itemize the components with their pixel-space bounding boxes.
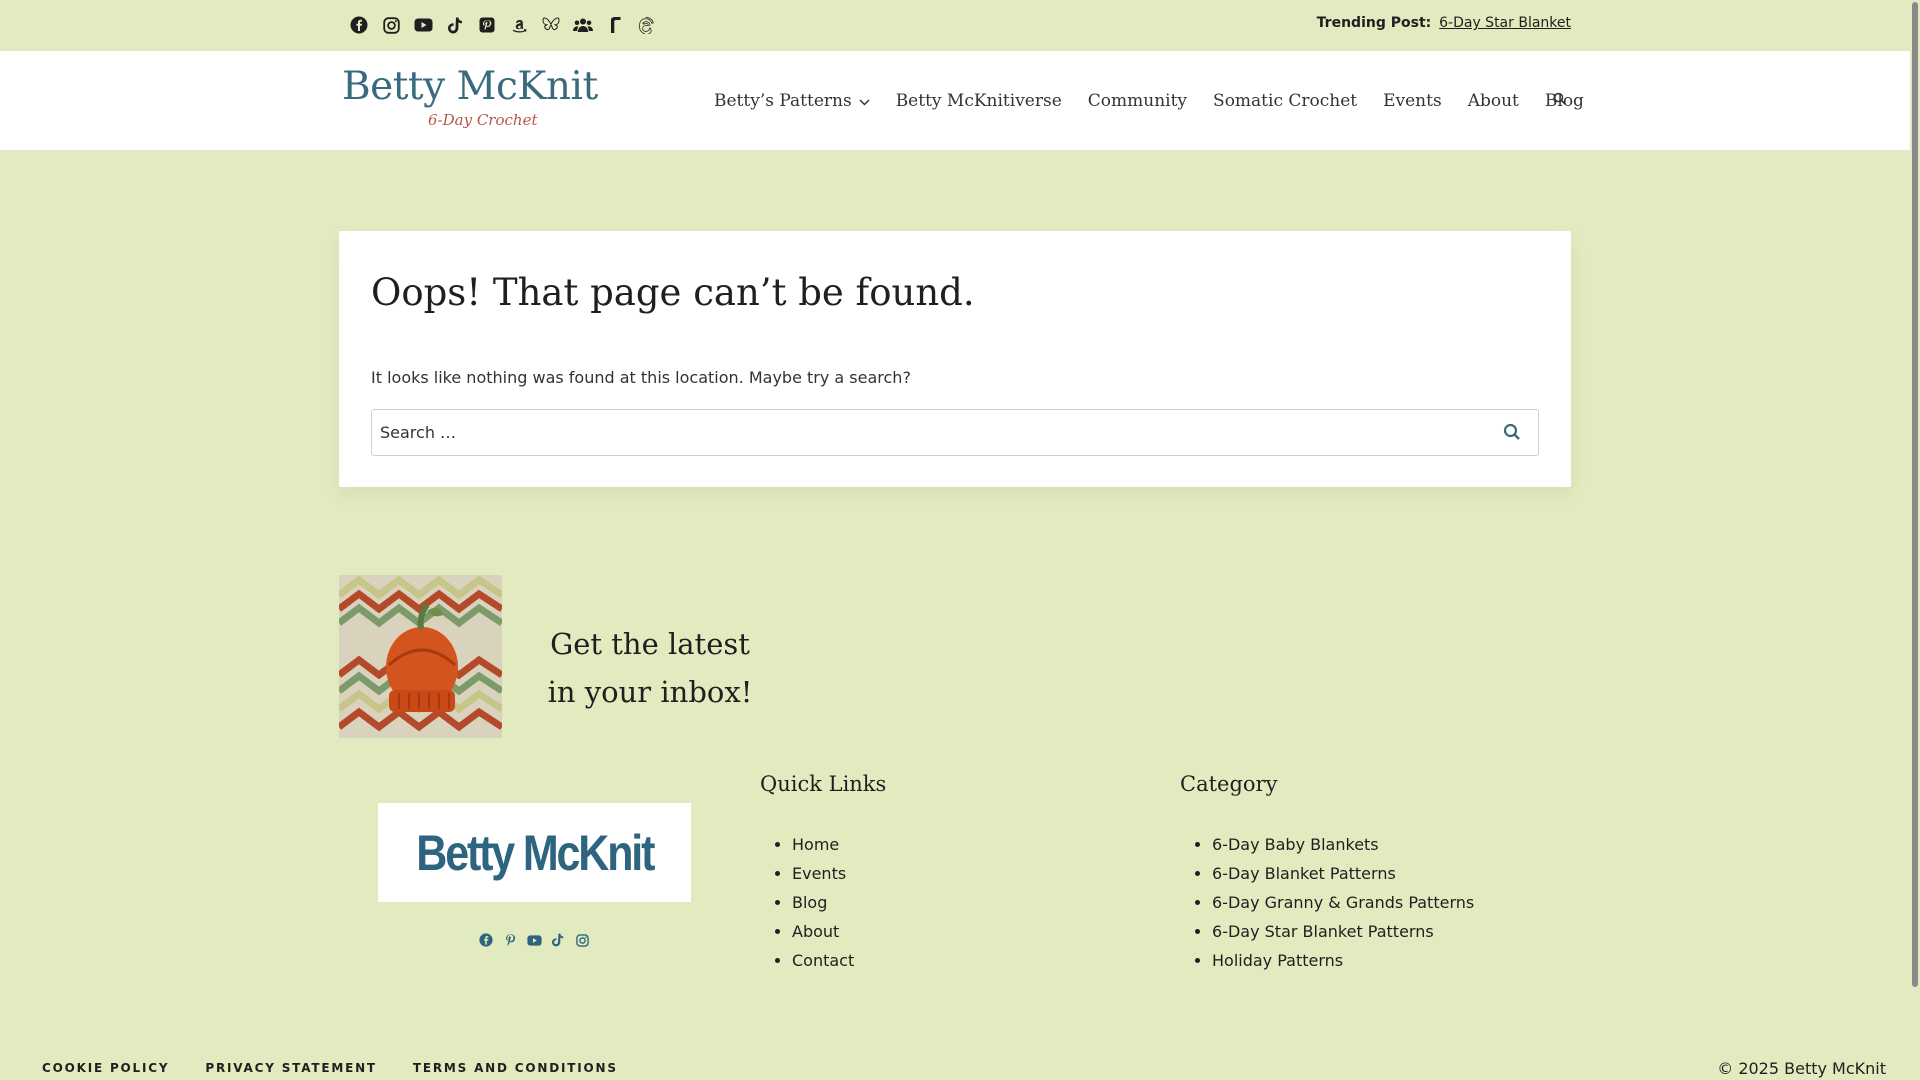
footer-logo-text: Betty McKnit <box>415 824 655 881</box>
nav-item-label: Betty’s Patterns <box>714 91 852 111</box>
search-icon <box>1503 423 1521 444</box>
quick-link-events[interactable]: Events <box>792 864 846 883</box>
youtube-icon[interactable] <box>522 930 546 950</box>
header-search-button[interactable] <box>1551 92 1567 108</box>
category-title: Category <box>1180 772 1278 796</box>
top-bar: Trending Post: 6-Day Star Blanket <box>0 0 1920 51</box>
chevron-down-icon <box>859 91 870 111</box>
trending-label: Trending Post: <box>1316 15 1432 31</box>
search-input[interactable] <box>372 410 1472 455</box>
category-list: 6-Day Baby Blankets 6-Day Blanket Patter… <box>1180 830 1474 975</box>
search-icon <box>1553 92 1566 108</box>
trending-post-link[interactable]: 6-Day Star Blanket <box>1439 15 1571 31</box>
facebook-group-icon[interactable] <box>567 13 599 37</box>
logo-tagline: 6-Day Crochet <box>428 111 538 129</box>
scrollbar[interactable] <box>1910 0 1920 1080</box>
list-item: 6-Day Blanket Patterns <box>1212 859 1474 888</box>
bluesky-icon[interactable] <box>535 13 567 37</box>
nav-item-community[interactable]: Community <box>1088 91 1187 111</box>
search-submit-button[interactable] <box>1502 423 1522 443</box>
page-title: Oops! That page can’t be found. <box>371 271 975 314</box>
legal-links: COOKIE POLICY PRIVACY STATEMENT TERMS AN… <box>42 1061 654 1075</box>
quick-links-list: Home Events Blog About Contact <box>760 830 854 975</box>
tiktok-icon[interactable] <box>439 13 471 37</box>
terms-link[interactable]: TERMS AND CONDITIONS <box>413 1061 618 1075</box>
search-form <box>371 409 1539 456</box>
tiktok-icon[interactable] <box>546 930 570 950</box>
list-item: Home <box>792 830 854 859</box>
quick-link-contact[interactable]: Contact <box>792 951 854 970</box>
nav-item-somatic-crochet[interactable]: Somatic Crochet <box>1213 91 1357 111</box>
list-item: Events <box>792 859 854 888</box>
threads-icon[interactable] <box>631 13 663 37</box>
list-item: 6-Day Baby Blankets <box>1212 830 1474 859</box>
category-link[interactable]: 6-Day Star Blanket Patterns <box>1212 922 1434 941</box>
top-social-links <box>343 13 663 37</box>
trending-post: Trending Post: 6-Day Star Blanket <box>1317 15 1571 31</box>
site-logo[interactable]: Betty McKnit 6-Day Crochet <box>342 64 598 137</box>
ravelry-icon[interactable] <box>599 13 631 37</box>
list-item: Blog <box>792 888 854 917</box>
list-item: 6-Day Star Blanket Patterns <box>1212 917 1474 946</box>
newsletter-heading: Get the latest in your inbox! <box>530 620 770 716</box>
nav-item-mcknitiverse[interactable]: Betty McKnitiverse <box>896 91 1062 111</box>
quick-link-about[interactable]: About <box>792 922 839 941</box>
newsletter-line-1: Get the latest <box>550 627 750 661</box>
pinterest-icon[interactable] <box>471 13 503 37</box>
youtube-icon[interactable] <box>407 13 439 37</box>
quick-links-title: Quick Links <box>760 772 887 796</box>
facebook-icon[interactable] <box>474 930 498 950</box>
category-link[interactable]: 6-Day Blanket Patterns <box>1212 864 1396 883</box>
logo-name: Betty McKnit <box>342 64 598 109</box>
not-found-card: Oops! That page can’t be found. It looks… <box>339 231 1571 487</box>
cookie-policy-link[interactable]: COOKIE POLICY <box>42 1061 169 1075</box>
nav-item-bettys-patterns[interactable]: Betty’s Patterns <box>714 91 870 111</box>
amazon-icon[interactable] <box>503 13 535 37</box>
quick-link-blog[interactable]: Blog <box>792 893 827 912</box>
list-item: Contact <box>792 946 854 975</box>
newsletter-image <box>339 575 502 738</box>
newsletter-line-2: in your inbox! <box>547 675 753 709</box>
scrollbar-thumb[interactable] <box>1912 2 1918 987</box>
category-link[interactable]: Holiday Patterns <box>1212 951 1343 970</box>
not-found-message: It looks like nothing was found at this … <box>371 368 911 387</box>
site-header: Betty McKnit 6-Day Crochet Betty’s Patte… <box>0 51 1920 151</box>
list-item: Holiday Patterns <box>1212 946 1474 975</box>
instagram-icon[interactable] <box>375 13 407 37</box>
list-item: About <box>792 917 854 946</box>
copyright: © 2025 Betty McKnit <box>1717 1059 1886 1078</box>
list-item: 6-Day Granny & Grands Patterns <box>1212 888 1474 917</box>
quick-link-home[interactable]: Home <box>792 835 839 854</box>
facebook-icon[interactable] <box>343 13 375 37</box>
nav-item-about[interactable]: About <box>1468 91 1519 111</box>
nav-item-events[interactable]: Events <box>1383 91 1442 111</box>
instagram-icon[interactable] <box>570 930 594 950</box>
main-nav: Betty’s Patterns Betty McKnitiverse Comm… <box>700 51 1597 151</box>
category-link[interactable]: 6-Day Granny & Grands Patterns <box>1212 893 1474 912</box>
pinterest-icon[interactable] <box>498 930 522 950</box>
footer-social-links <box>474 930 594 950</box>
privacy-statement-link[interactable]: PRIVACY STATEMENT <box>205 1061 377 1075</box>
category-link[interactable]: 6-Day Baby Blankets <box>1212 835 1379 854</box>
footer-logo[interactable]: Betty McKnit <box>378 803 691 902</box>
